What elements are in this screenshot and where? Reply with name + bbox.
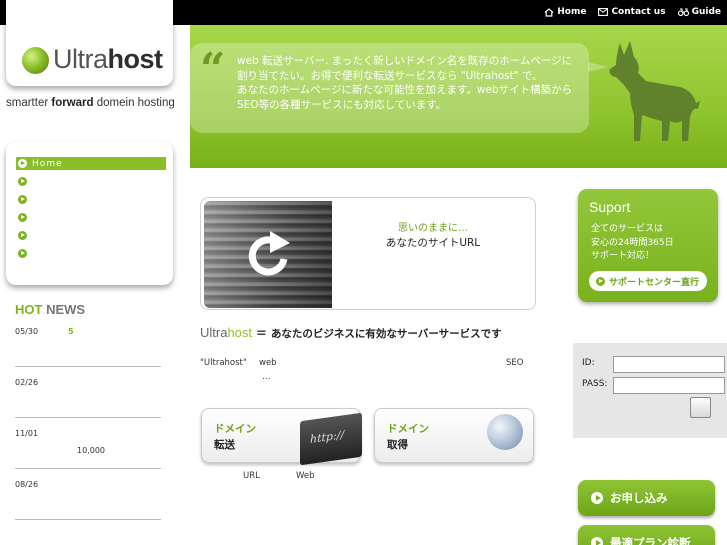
body-text-web: web: [259, 358, 277, 368]
logo-panel[interactable]: Ultrahost: [6, 0, 173, 86]
refresh-arrow-icon: [248, 231, 290, 276]
support-center-button[interactable]: サポートセンター直行: [589, 271, 707, 291]
menu-item-home[interactable]: Home: [16, 157, 166, 170]
news-heading: HOT NEWS: [15, 302, 86, 317]
login-submit-button[interactable]: [690, 397, 711, 418]
arrow-icon: [591, 537, 603, 545]
menu-item-3[interactable]: [16, 193, 166, 206]
support-text: 全てのサービスは 安心の24時間365日 サポート対応！: [591, 224, 674, 261]
feature-title: あなたのサイトURL: [385, 237, 481, 249]
feature-banner[interactable]: 思いのままに… あなたのサイトURL: [200, 197, 536, 310]
password-input[interactable]: [613, 377, 725, 394]
menu-item-label: Home: [32, 158, 63, 169]
arrow-icon: [18, 177, 27, 186]
id-label: ID:: [582, 358, 595, 368]
news-item[interactable]: 02/26: [15, 378, 161, 418]
domain-acquire-button[interactable]: ドメイン 取得: [374, 408, 534, 463]
arrow-icon: [18, 249, 27, 258]
nav-home-label: Home: [557, 7, 587, 17]
intro-text: web 転送サーバー. まったく新しいドメイン名を既存のホームページに 割り当て…: [237, 55, 573, 111]
page: Home Contact us Guide Ultrahost smartter…: [0, 0, 727, 545]
menu-item-2[interactable]: [16, 175, 166, 188]
body-text-url: URL: [243, 471, 260, 481]
binoculars-icon: [677, 8, 689, 16]
body-text-ellipsis: …: [262, 372, 271, 382]
support-panel: Suport 全てのサービスは 安心の24時間365日 サポート対応！ サポート…: [578, 189, 718, 302]
pass-label: PASS:: [582, 379, 608, 389]
arrow-icon: [18, 195, 27, 204]
house-icon: [544, 7, 554, 17]
news-item[interactable]: 05/30 5: [15, 327, 161, 367]
nav-guide-label: Guide: [691, 7, 721, 17]
news-item[interactable]: 08/26: [15, 480, 161, 520]
nav-contact-label: Contact us: [611, 7, 666, 17]
body-text-web2: Web: [296, 471, 315, 481]
main-heading: Ultra host = あなたのビジネスに有効なサーバーサービスです: [200, 325, 502, 341]
domain-transfer-button[interactable]: ドメイン 転送 http://: [201, 408, 362, 466]
http-screen-icon: http://: [300, 412, 362, 466]
nav-home-link[interactable]: Home: [544, 7, 586, 17]
logo: Ultrahost: [53, 44, 163, 74]
arrow-icon: [18, 159, 27, 168]
menu-item-4[interactable]: [16, 211, 166, 224]
globe-icon: [487, 414, 523, 450]
feature-subtitle: 思いのままに…: [398, 223, 468, 234]
body-text-brand: "Ultrahost": [200, 358, 247, 368]
nav-guide-link[interactable]: Guide: [677, 7, 721, 17]
login-form: ID: PASS:: [573, 343, 727, 438]
menu-item-5[interactable]: [16, 229, 166, 242]
tagline: smartter forward domein hosting: [6, 97, 175, 109]
support-title: Suport: [589, 199, 631, 215]
arrow-icon: [596, 276, 605, 286]
side-menu: Home: [6, 142, 173, 285]
news-item[interactable]: 11/01 10,000: [15, 429, 161, 469]
id-input[interactable]: [613, 356, 725, 373]
quote-icon: “: [200, 44, 226, 95]
arrow-icon: [18, 213, 27, 222]
menu-item-6[interactable]: [16, 247, 166, 260]
plan-diagnosis-button[interactable]: 最適プラン診断: [578, 525, 715, 545]
nav-contact-link[interactable]: Contact us: [598, 7, 666, 17]
mail-icon: [598, 8, 609, 16]
apply-button[interactable]: お申し込み: [578, 480, 715, 516]
body-text-seo: SEO: [506, 358, 524, 368]
dog-silhouette-icon: [609, 41, 700, 141]
top-nav: Home Contact us Guide: [544, 7, 721, 17]
logo-sphere-icon: [22, 47, 49, 74]
server-rack-image: [204, 201, 332, 308]
arrow-icon: [591, 492, 603, 504]
arrow-icon: [18, 231, 27, 240]
